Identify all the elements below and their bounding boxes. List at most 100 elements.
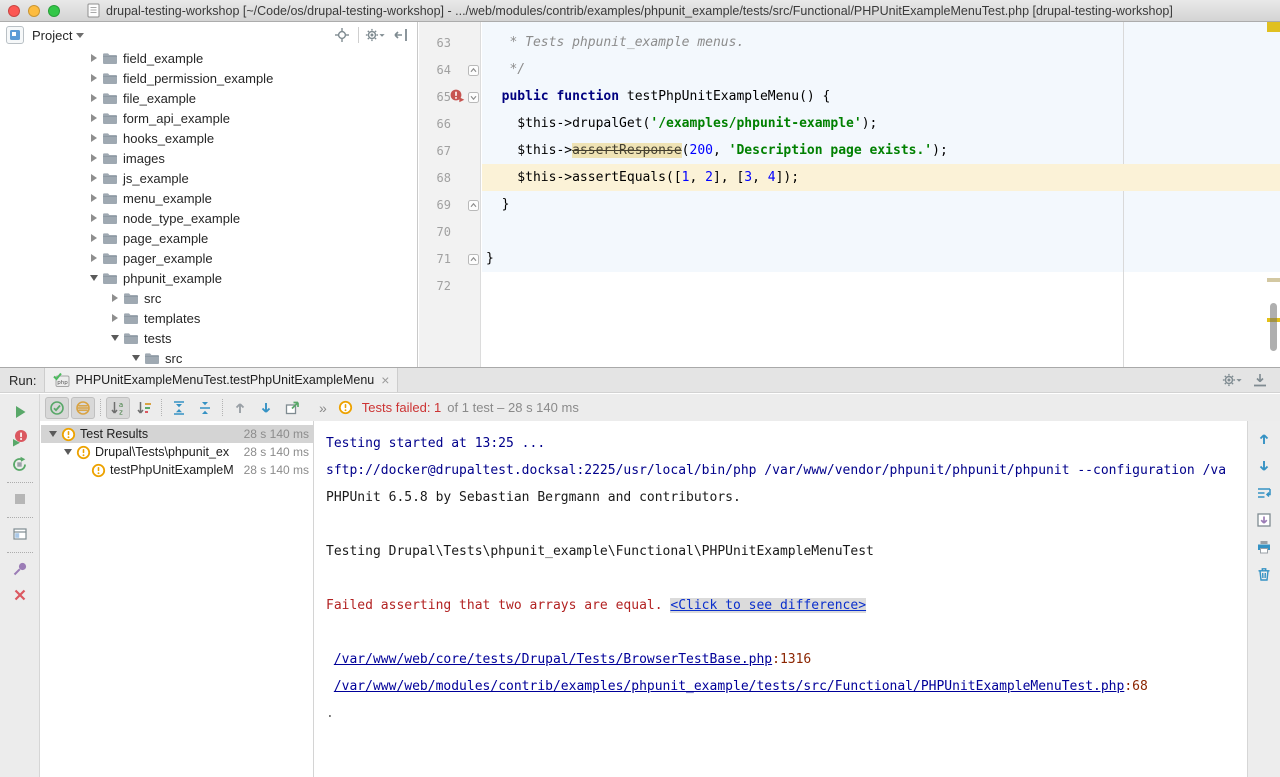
gutter-line-66[interactable]: 66 — [419, 110, 482, 137]
fold-up-icon[interactable] — [468, 64, 479, 79]
more-actions-chevron[interactable]: » — [319, 400, 328, 416]
chevron-expanded-icon[interactable] — [47, 431, 59, 437]
minimize-window-button[interactable] — [28, 5, 40, 17]
close-panel-button[interactable] — [8, 583, 32, 607]
chevron-collapsed-icon[interactable] — [88, 254, 100, 262]
editor-line-67[interactable]: 67 $this->assertResponse(200, 'Descripti… — [419, 137, 1280, 164]
show-ignored-button[interactable] — [71, 397, 95, 419]
chevron-collapsed-icon[interactable] — [109, 314, 121, 322]
soft-wrap-icon[interactable] — [1254, 483, 1274, 503]
sort-by-duration-button[interactable] — [132, 397, 156, 419]
zoom-window-button[interactable] — [48, 5, 60, 17]
next-failed-button[interactable] — [254, 397, 278, 419]
rerun-failed-button[interactable] — [8, 426, 32, 450]
import-test-results-button[interactable] — [280, 397, 304, 419]
chevron-expanded-icon[interactable] — [130, 355, 142, 361]
project-tree-item-templates[interactable]: templates — [0, 308, 417, 328]
clear-all-icon[interactable] — [1254, 564, 1274, 584]
gutter-line-70[interactable]: 70 — [419, 218, 482, 245]
toggle-auto-test-button[interactable] — [8, 452, 32, 476]
test-tree-item-Drupal-Tests-phpunit-ex[interactable]: Drupal\Tests\phpunit_ex28 s 140 ms — [41, 443, 313, 461]
chevron-collapsed-icon[interactable] — [88, 114, 100, 122]
project-tree-item-pager_example[interactable]: pager_example — [0, 248, 417, 268]
gutter-line-63[interactable]: 63 — [419, 29, 482, 56]
code-editor[interactable]: 63 * Tests phpunit_example menus.64 */65… — [419, 22, 1280, 367]
project-tree-item-images[interactable]: images — [0, 148, 417, 168]
chevron-collapsed-icon[interactable] — [88, 234, 100, 242]
project-tree-item-js_example[interactable]: js_example — [0, 168, 417, 188]
chevron-collapsed-icon[interactable] — [88, 214, 100, 222]
editor-line-70[interactable]: 70 — [419, 218, 1280, 245]
settings-gear-icon[interactable] — [365, 25, 385, 45]
previous-failed-button[interactable] — [228, 397, 252, 419]
gutter-line-68[interactable]: 68 — [419, 164, 482, 191]
test-tree-item-Test-Results[interactable]: Test Results28 s 140 ms — [41, 425, 313, 443]
restore-layout-button[interactable] — [8, 522, 32, 546]
editor-scrollbar[interactable] — [1270, 303, 1277, 351]
chevron-expanded-icon[interactable] — [88, 275, 100, 281]
stop-button[interactable] — [8, 487, 32, 511]
chevron-collapsed-icon[interactable] — [88, 134, 100, 142]
chevron-collapsed-icon[interactable] — [88, 154, 100, 162]
editor-line-69[interactable]: 69 } — [419, 191, 1280, 218]
fold-down-icon[interactable] — [468, 91, 479, 106]
hide-panel-icon[interactable] — [391, 25, 411, 45]
project-tree-item-phpunit_example[interactable]: phpunit_example — [0, 268, 417, 288]
settings-gear-icon[interactable] — [1222, 370, 1242, 390]
test-failed-icon[interactable] — [449, 88, 465, 107]
project-tree-item-page_example[interactable]: page_example — [0, 228, 417, 248]
fold-up-icon[interactable] — [468, 199, 479, 214]
up-stack-trace-icon[interactable] — [1254, 429, 1274, 449]
project-tree-item-file_example[interactable]: file_example — [0, 88, 417, 108]
gutter-line-71[interactable]: 71 — [419, 245, 482, 272]
locate-file-icon[interactable] — [332, 25, 352, 45]
editor-line-71[interactable]: 71} — [419, 245, 1280, 272]
show-passed-button[interactable] — [45, 397, 69, 419]
chevron-collapsed-icon[interactable] — [88, 74, 100, 82]
project-tree-item-field_example[interactable]: field_example — [0, 48, 417, 68]
chevron-expanded-icon[interactable] — [109, 335, 121, 341]
project-tree-item-node_type_example[interactable]: node_type_example — [0, 208, 417, 228]
stacktrace-file-link[interactable]: /var/www/web/core/tests/Drupal/Tests/Bro… — [334, 652, 772, 667]
rerun-button[interactable] — [8, 400, 32, 424]
chevron-collapsed-icon[interactable] — [109, 294, 121, 302]
collapse-all-button[interactable] — [193, 397, 217, 419]
down-stack-trace-icon[interactable] — [1254, 456, 1274, 476]
editor-line-68[interactable]: 68 $this->assertEquals([1, 2], [3, 4]); — [419, 164, 1280, 191]
editor-line-65[interactable]: 65 public function testPhpUnitExampleMen… — [419, 83, 1280, 110]
chevron-collapsed-icon[interactable] — [88, 54, 100, 62]
sort-alphabetically-button[interactable]: az — [106, 397, 130, 419]
project-tree-item-src[interactable]: src — [0, 348, 417, 367]
print-icon[interactable] — [1254, 537, 1274, 557]
gutter-line-67[interactable]: 67 — [419, 137, 482, 164]
project-tree-item-form_api_example[interactable]: form_api_example — [0, 108, 417, 128]
chevron-collapsed-icon[interactable] — [88, 194, 100, 202]
editor-line-63[interactable]: 63 * Tests phpunit_example menus. — [419, 29, 1280, 56]
editor-line-66[interactable]: 66 $this->drupalGet('/examples/phpunit-e… — [419, 110, 1280, 137]
expand-all-button[interactable] — [167, 397, 191, 419]
error-stripe-mark[interactable] — [1267, 278, 1280, 282]
project-tree-item-tests[interactable]: tests — [0, 328, 417, 348]
inspections-status-indicator[interactable] — [1267, 22, 1280, 32]
chevron-collapsed-icon[interactable] — [88, 174, 100, 182]
fold-up-icon[interactable] — [468, 253, 479, 268]
run-configuration-tab[interactable]: php PHPUnitExampleMenuTest.testPhpUnitEx… — [44, 368, 398, 392]
project-tree-item-src[interactable]: src — [0, 288, 417, 308]
project-tree-item-field_permission_example[interactable]: field_permission_example — [0, 68, 417, 88]
project-tree-item-hooks_example[interactable]: hooks_example — [0, 128, 417, 148]
gutter-line-65[interactable]: 65 — [419, 83, 482, 110]
editor-line-72[interactable]: 72 — [419, 272, 1280, 299]
pin-button[interactable] — [8, 557, 32, 581]
test-console-output[interactable]: Testing started at 13:25 ...sftp://docke… — [314, 421, 1247, 777]
test-tree-item-testPhpUnitExampleM[interactable]: testPhpUnitExampleM28 s 140 ms — [41, 461, 313, 479]
gutter-line-69[interactable]: 69 — [419, 191, 482, 218]
gutter-line-72[interactable]: 72 — [419, 272, 482, 299]
stacktrace-file-link[interactable]: /var/www/web/modules/contrib/examples/ph… — [334, 679, 1125, 694]
see-difference-link[interactable]: <Click to see difference> — [670, 598, 866, 613]
close-window-button[interactable] — [8, 5, 20, 17]
chevron-expanded-icon[interactable] — [62, 449, 74, 455]
project-view-selector[interactable]: Project — [6, 26, 84, 44]
editor-lines[interactable]: 63 * Tests phpunit_example menus.64 */65… — [419, 29, 1280, 299]
hide-panel-down-icon[interactable] — [1250, 370, 1270, 390]
close-tab-icon[interactable]: × — [381, 372, 389, 388]
